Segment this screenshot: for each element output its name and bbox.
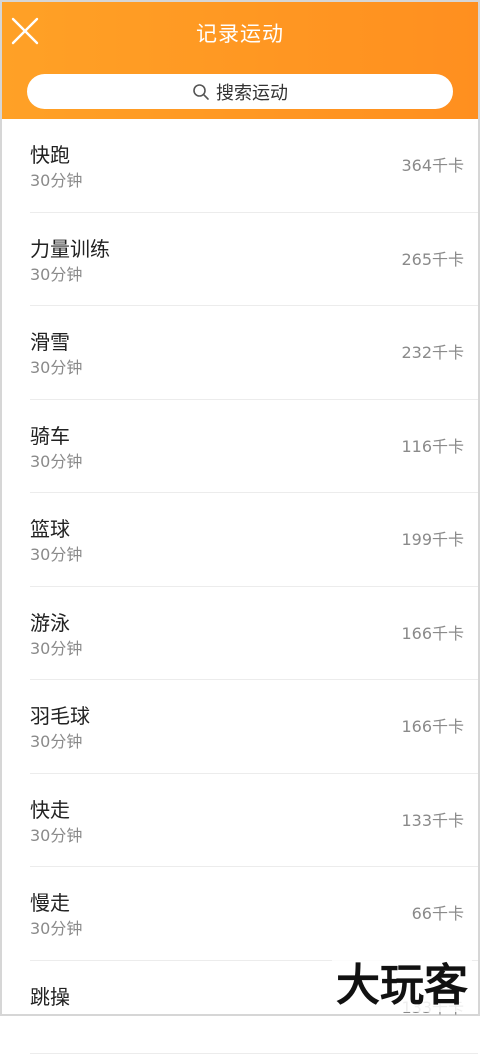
list-item[interactable]: 快走 30分钟 133千卡: [30, 774, 478, 868]
exercise-name: 慢走: [30, 890, 70, 916]
exercise-name: 滑雪: [30, 329, 70, 355]
exercise-duration: 30分钟: [30, 545, 82, 565]
exercise-name: 力量训练: [30, 236, 110, 262]
exercise-name: 游泳: [30, 610, 70, 636]
exercise-name: 篮球: [30, 516, 70, 542]
list-item[interactable]: 羽毛球 30分钟 166千卡: [30, 680, 478, 774]
exercise-calories: 232千卡: [401, 342, 464, 364]
exercise-list: 快跑 30分钟 364千卡 力量训练 30分钟 265千卡 滑雪 30分钟 23…: [2, 119, 478, 1054]
exercise-name: 快走: [30, 797, 70, 823]
exercise-calories: 166千卡: [401, 623, 464, 645]
exercise-calories: 364千卡: [401, 155, 464, 177]
exercise-duration: 30分钟: [30, 265, 82, 285]
exercise-duration: 30分钟: [30, 452, 82, 472]
search-input[interactable]: 搜索运动: [27, 74, 453, 109]
search-placeholder: 搜索运动: [216, 79, 288, 105]
exercise-name: 骑车: [30, 423, 70, 449]
list-item[interactable]: 骑车 30分钟 116千卡: [30, 400, 478, 494]
exercise-duration: 30分钟: [30, 919, 82, 939]
list-item[interactable]: 慢走 30分钟 66千卡: [30, 867, 478, 961]
exercise-duration: 30分钟: [30, 732, 82, 752]
watermark-logo: 大玩客: [332, 960, 472, 1012]
exercise-name: 羽毛球: [30, 703, 90, 729]
list-item[interactable]: 快跑 30分钟 364千卡: [30, 119, 478, 213]
list-item[interactable]: 游泳 30分钟 166千卡: [30, 587, 478, 681]
exercise-duration: 30分钟: [30, 171, 82, 191]
page-title: 记录运动: [2, 18, 478, 50]
list-item[interactable]: 篮球 30分钟 199千卡: [30, 493, 478, 587]
exercise-duration: 30分钟: [30, 358, 82, 378]
exercise-calories: 166千卡: [401, 716, 464, 738]
exercise-calories: 265千卡: [401, 249, 464, 271]
exercise-calories: 66千卡: [412, 903, 464, 925]
exercise-name: 跳操: [30, 984, 70, 1010]
exercise-calories: 133千卡: [401, 810, 464, 832]
exercise-name: 快跑: [30, 142, 70, 168]
exercise-calories: 116千卡: [401, 436, 464, 458]
exercise-calories: 199千卡: [401, 529, 464, 551]
list-item[interactable]: 滑雪 30分钟 232千卡: [30, 306, 478, 400]
header-bar: 记录运动 搜索运动: [2, 2, 478, 119]
list-item[interactable]: 力量训练 30分钟 265千卡: [30, 213, 478, 307]
search-icon: [192, 83, 210, 101]
exercise-duration: 30分钟: [30, 639, 82, 659]
exercise-duration: 30分钟: [30, 826, 82, 846]
